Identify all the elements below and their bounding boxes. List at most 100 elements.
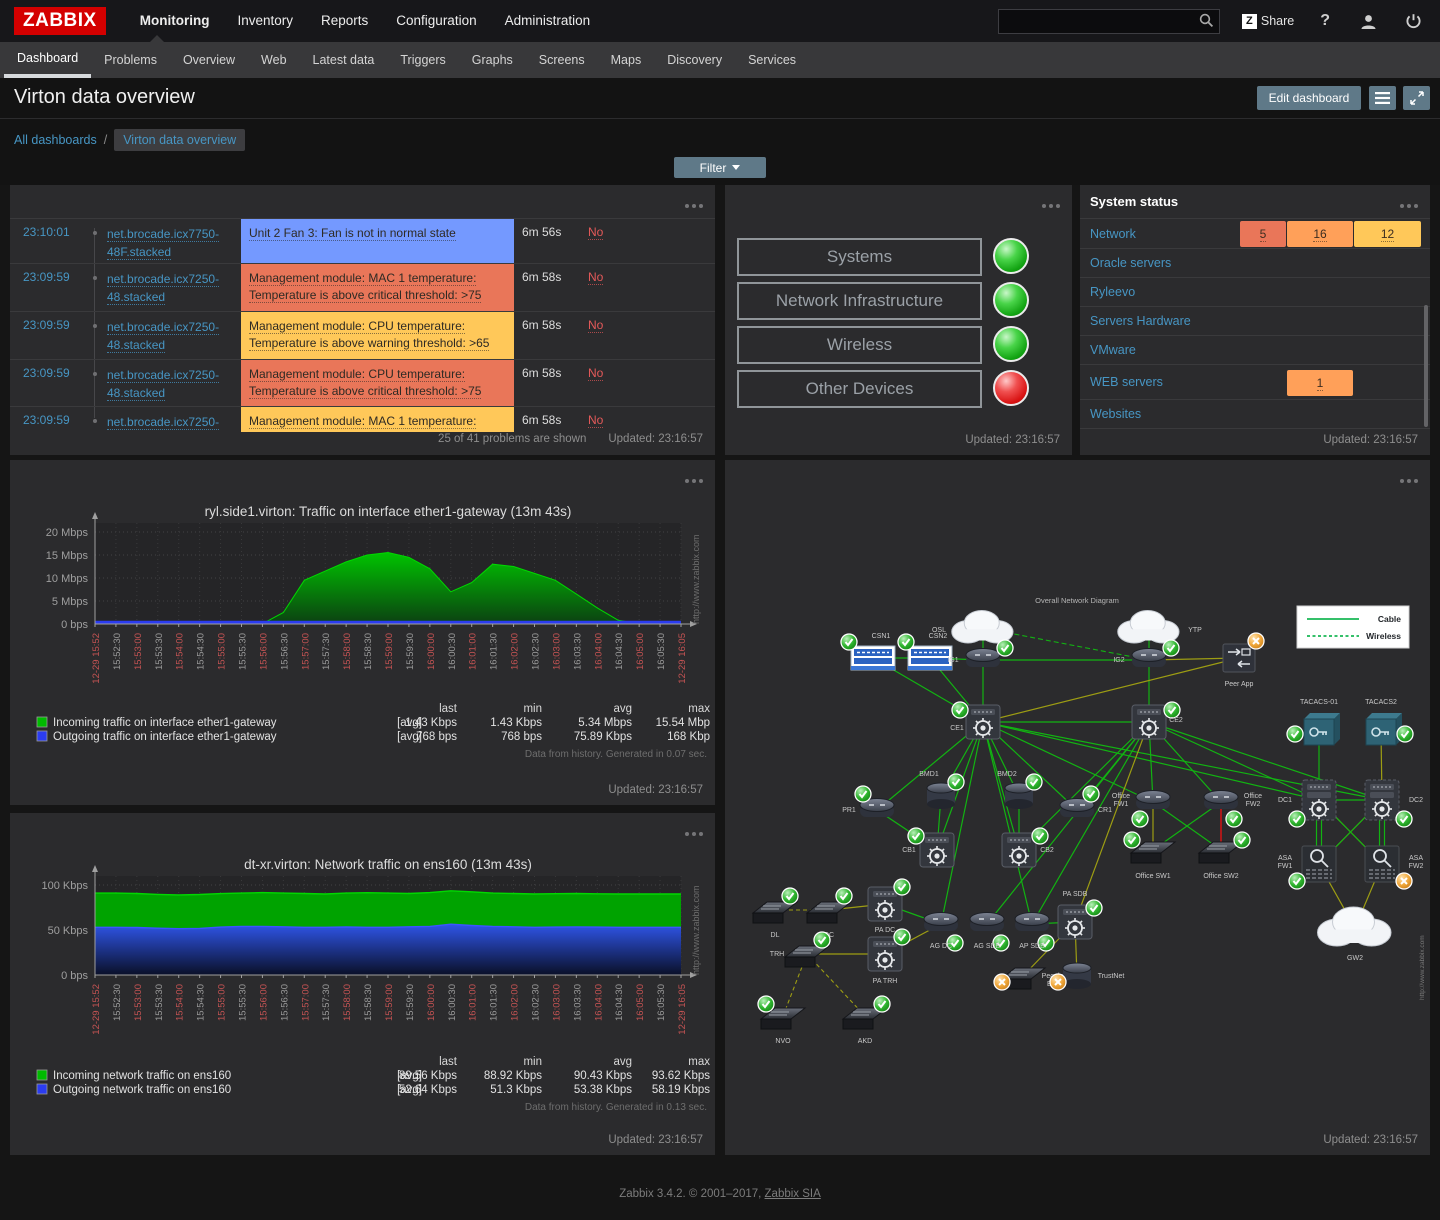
search-input[interactable]	[998, 9, 1220, 34]
fullscreen-button[interactable]	[1403, 86, 1430, 110]
page-header: Virton data overview Edit dashboard All …	[0, 78, 1440, 185]
problem-time-link[interactable]: 23:10:01	[10, 219, 85, 263]
problem-count-chip[interactable]: 16	[1287, 221, 1353, 247]
tab-overview[interactable]: Overview	[170, 42, 248, 78]
widget-menu-button[interactable]	[1397, 195, 1418, 213]
problem-count-chip[interactable]: 5	[1240, 221, 1286, 247]
host-group-link[interactable]: VMware	[1090, 343, 1136, 357]
problem-description-link[interactable]: Management module: MAC 1 temperature: Te…	[241, 264, 514, 311]
problem-time-link[interactable]: 23:09:59	[10, 264, 85, 311]
tab-graphs[interactable]: Graphs	[459, 42, 526, 78]
group-box-systems[interactable]: Systems	[737, 238, 982, 276]
tab-problems[interactable]: Problems	[91, 42, 170, 78]
menu-item-inventory[interactable]: Inventory	[223, 0, 307, 42]
problem-count-chip[interactable]: 12	[1354, 221, 1421, 247]
problem-ack-link[interactable]: No	[588, 407, 648, 432]
scrollbar[interactable]	[1424, 305, 1428, 427]
tab-discovery[interactable]: Discovery	[654, 42, 735, 78]
widget-menu-button[interactable]	[682, 470, 703, 488]
svg-text:CB1: CB1	[902, 847, 916, 854]
expand-icon	[1410, 91, 1424, 105]
problem-host-link[interactable]: net.brocade.icx7250-48.stacked	[107, 312, 241, 359]
edit-dashboard-button[interactable]: Edit dashboard	[1257, 86, 1361, 110]
tab-screens[interactable]: Screens	[526, 42, 598, 78]
widget-menu-button[interactable]	[682, 195, 703, 213]
svg-text:PA TRH: PA TRH	[873, 978, 898, 985]
tab-services[interactable]: Services	[735, 42, 809, 78]
widget-menu-button[interactable]	[1397, 470, 1418, 488]
svg-text:CE2: CE2	[1169, 717, 1183, 724]
problem-description-link[interactable]: Management module: MAC 1 temperature: Te…	[241, 407, 514, 432]
problem-ack-link[interactable]: No	[588, 264, 648, 311]
tab-web[interactable]: Web	[248, 42, 299, 78]
traffic-graph-ether1[interactable]: 0 bps5 Mbps10 Mbps15 Mbps20 Mbps12-29 15…	[10, 460, 715, 775]
problem-description-link[interactable]: Management module: CPU temperature: Temp…	[241, 312, 514, 359]
problem-ack-link[interactable]: No	[588, 312, 648, 359]
menu-item-administration[interactable]: Administration	[491, 0, 605, 42]
logout-icon[interactable]	[1405, 13, 1422, 30]
zabbix-sia-link[interactable]: Zabbix SIA	[765, 1188, 821, 1200]
tab-dashboard[interactable]: Dashboard	[4, 42, 91, 78]
status-light-green	[993, 282, 1029, 318]
group-box-other-devices[interactable]: Other Devices	[737, 370, 982, 408]
search-icon[interactable]	[1199, 13, 1214, 28]
share-button[interactable]: Z Share	[1242, 14, 1294, 29]
breadcrumb-all-dashboards[interactable]: All dashboards	[14, 133, 97, 147]
hamburger-icon	[1375, 92, 1390, 104]
problem-time-link[interactable]: 23:09:59	[10, 360, 85, 407]
svg-text:Outgoing network traffic on en: Outgoing network traffic on ens160	[53, 1084, 231, 1096]
problem-description-link[interactable]: Management module: CPU temperature: Temp…	[241, 360, 514, 407]
tab-latest-data[interactable]: Latest data	[300, 42, 388, 78]
problem-host-link[interactable]: net.brocade.icx7250-48.stacked	[107, 360, 241, 407]
svg-text:FW1: FW1	[1114, 801, 1129, 808]
menu-item-reports[interactable]: Reports	[307, 0, 382, 42]
problem-host-link[interactable]: net.brocade.icx7250-48.stacked	[107, 264, 241, 311]
zabbix-logo[interactable]: ZABBIX	[14, 7, 106, 35]
svg-text:0 bps: 0 bps	[61, 619, 88, 631]
svg-text:16:03:00: 16:03:00	[551, 984, 562, 1021]
host-group-link[interactable]: WEB servers	[1090, 375, 1163, 389]
problem-ack-link[interactable]: No	[588, 219, 648, 263]
svg-text:max: max	[688, 703, 710, 715]
svg-text:1.43 Kbps: 1.43 Kbps	[405, 717, 457, 729]
filter-button[interactable]: Filter	[674, 157, 766, 178]
problem-time-link[interactable]: 23:09:59	[10, 407, 85, 432]
problem-host-link[interactable]: net.brocade.icx7750-48F.stacked	[107, 219, 241, 263]
dashboard-menu-button[interactable]	[1369, 86, 1396, 110]
problem-count-chip[interactable]: 1	[1287, 370, 1353, 396]
svg-text:min: min	[523, 703, 542, 715]
widget-menu-button[interactable]	[682, 823, 703, 841]
svg-text:15:56:00: 15:56:00	[258, 984, 269, 1021]
svg-text:5 Mbps: 5 Mbps	[52, 596, 89, 608]
svg-text:DC1: DC1	[1278, 797, 1292, 804]
host-group-link[interactable]: Oracle servers	[1090, 256, 1171, 270]
problem-host-link[interactable]: net.brocade.icx7250-48.stacked	[107, 407, 241, 432]
svg-text:0 bps: 0 bps	[61, 970, 88, 982]
problem-time-link[interactable]: 23:09:59	[10, 312, 85, 359]
svg-text:last: last	[439, 703, 458, 715]
svg-text:20 Mbps: 20 Mbps	[46, 527, 89, 539]
system-status-row: VMware	[1080, 336, 1430, 365]
user-profile-icon[interactable]	[1360, 13, 1377, 30]
svg-text:CSN2: CSN2	[929, 633, 948, 640]
group-box-wireless[interactable]: Wireless	[737, 326, 982, 364]
menu-item-monitoring[interactable]: Monitoring	[126, 0, 224, 42]
graph-widget-ens160: 0 bps50 Kbps100 Kbps12-29 15:5215:52:301…	[10, 813, 715, 1155]
widget-menu-button[interactable]	[1039, 195, 1060, 213]
network-map[interactable]: OSLYTPCSN1CSN2IG1IG2Peer AppCE1CE2TACACS…	[725, 460, 1430, 1155]
problem-ack-link[interactable]: No	[588, 360, 648, 407]
tab-maps[interactable]: Maps	[598, 42, 655, 78]
menu-item-configuration[interactable]: Configuration	[382, 0, 490, 42]
host-group-link[interactable]: Servers Hardware	[1090, 314, 1191, 328]
host-group-link[interactable]: Websites	[1090, 407, 1141, 421]
help-button[interactable]: ?	[1320, 12, 1330, 30]
host-group-link[interactable]: Network	[1090, 227, 1136, 241]
tab-triggers[interactable]: Triggers	[387, 42, 458, 78]
problem-description-link[interactable]: Unit 2 Fan 3: Fan is not in normal state	[241, 219, 514, 263]
host-group-link[interactable]: Ryleevo	[1090, 285, 1135, 299]
svg-text:15:57:00: 15:57:00	[300, 984, 311, 1021]
page-footer: Zabbix 3.4.2. © 2001–2017, Zabbix SIA	[0, 1188, 1440, 1200]
breadcrumb-current[interactable]: Virton data overview	[114, 129, 245, 151]
traffic-graph-ens160[interactable]: 0 bps50 Kbps100 Kbps12-29 15:5215:52:301…	[10, 813, 715, 1128]
group-box-network-infrastructure[interactable]: Network Infrastructure	[737, 282, 982, 320]
